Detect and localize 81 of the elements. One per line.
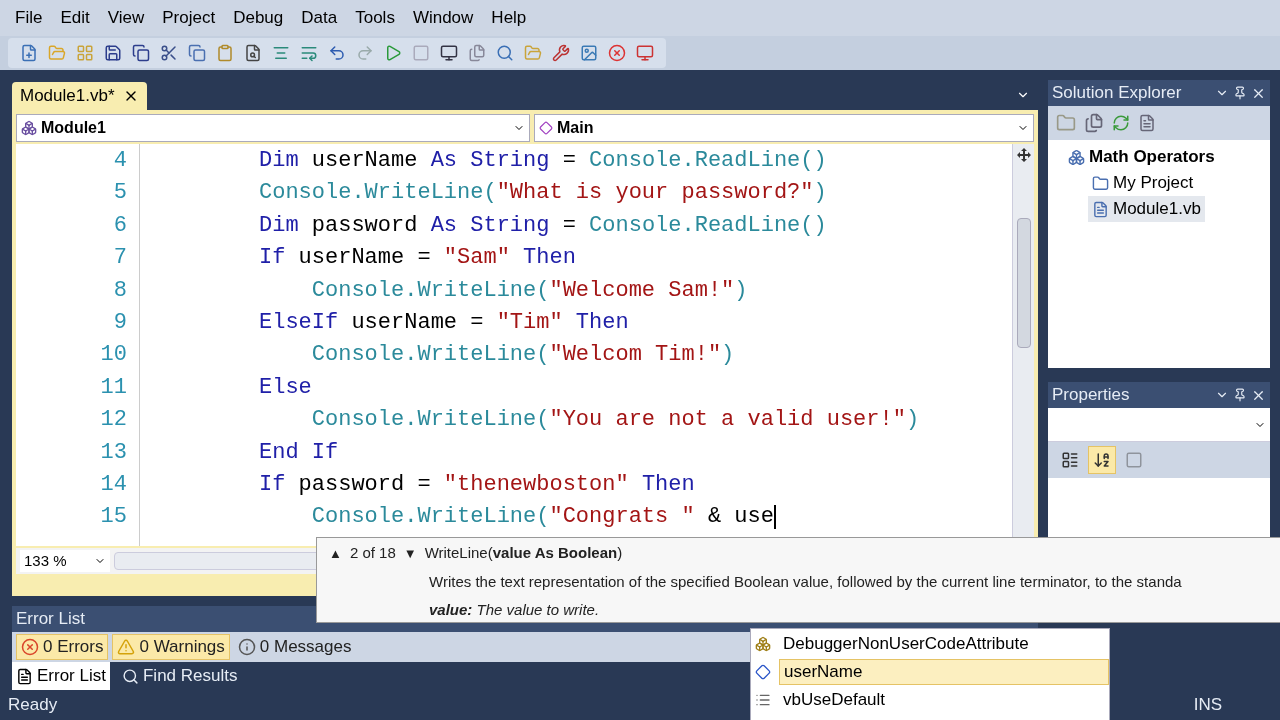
project-icon bbox=[1068, 148, 1085, 166]
code-line: If userName = "Sam" Then bbox=[259, 244, 576, 273]
line-number: 11 bbox=[100, 373, 127, 402]
view-code-icon[interactable] bbox=[1138, 114, 1156, 132]
code-line: Console.WriteLine("You are not a valid user!") bbox=[310, 406, 920, 435]
folder-icon[interactable] bbox=[1056, 113, 1076, 133]
splitter-icon[interactable] bbox=[1016, 148, 1031, 162]
method-signature: WriteLine(value As Boolean) bbox=[424, 543, 623, 563]
panel-tab[interactable]: Find Results bbox=[117, 662, 242, 690]
line-number: 7 bbox=[113, 244, 127, 273]
line-number: 10 bbox=[100, 341, 127, 370]
menu-item[interactable]: Edit bbox=[53, 5, 97, 31]
panel-title: Error List bbox=[16, 608, 85, 631]
filter-button[interactable]: 0 Errors bbox=[16, 634, 109, 660]
field-icon bbox=[755, 664, 771, 680]
document-tab[interactable]: Module1.vb* bbox=[12, 82, 147, 110]
line-number: 14 bbox=[100, 471, 127, 500]
code-line: Console.WriteLine("Congrats " & use bbox=[310, 503, 774, 532]
warning-icon bbox=[117, 638, 136, 656]
line-number: 13 bbox=[100, 438, 127, 467]
code-line: Console.WriteLine("Welcom Tim!") bbox=[310, 341, 735, 370]
insert-mode: INS bbox=[1193, 694, 1222, 717]
line-number: 15 bbox=[100, 503, 127, 532]
method-description: Writes the text representation of the specified Boolean value, followed by the current line terminator, to the standa bbox=[429, 571, 1182, 592]
line-number: 8 bbox=[113, 276, 127, 305]
line-number: 4 bbox=[113, 147, 127, 175]
completion-item[interactable]: DebuggerNonUserCodeAttribute bbox=[779, 631, 1109, 657]
file-icon bbox=[1092, 200, 1109, 218]
refresh-icon[interactable] bbox=[1112, 114, 1130, 132]
status-text: Ready bbox=[8, 694, 58, 717]
member-combo[interactable]: Main bbox=[534, 114, 1034, 142]
completion-item[interactable]: vbUseDefault bbox=[779, 687, 1109, 713]
tree-item[interactable]: My Project bbox=[1088, 170, 1198, 196]
previous-overload-button[interactable]: ▲ bbox=[329, 543, 342, 563]
filter-button[interactable]: 0 Warnings bbox=[112, 634, 230, 660]
line-number: 12 bbox=[100, 406, 127, 435]
code-line: If password = "thenewboston" Then bbox=[259, 470, 695, 499]
overload-counter: 2 of 18 bbox=[349, 543, 396, 563]
tree-item[interactable]: Module1.vb bbox=[1088, 196, 1205, 222]
enum-icon bbox=[755, 692, 771, 708]
method-icon bbox=[539, 121, 553, 135]
zoom-combo[interactable]: 133 % bbox=[20, 549, 110, 573]
line-number: 5 bbox=[113, 179, 127, 208]
line-number: 9 bbox=[113, 309, 127, 338]
pin-icon[interactable] bbox=[1233, 86, 1247, 100]
menu-item[interactable]: Help bbox=[484, 5, 534, 31]
error-icon bbox=[21, 638, 39, 656]
pin-icon[interactable] bbox=[1233, 388, 1247, 402]
panel-title: Solution Explorer bbox=[1052, 82, 1182, 105]
panel-tab[interactable]: Error List bbox=[12, 662, 110, 690]
show-all-files-icon[interactable] bbox=[1084, 113, 1104, 133]
code-line: Console.WriteLine("Welcome Sam!") bbox=[310, 276, 748, 305]
error-list-icon bbox=[16, 667, 33, 685]
menu-item[interactable]: Window bbox=[405, 5, 481, 31]
menu-item[interactable]: View bbox=[100, 5, 152, 31]
next-overload-button[interactable]: ▼ bbox=[403, 543, 417, 563]
tree-item[interactable]: Math Operators bbox=[1064, 144, 1219, 170]
menu-item[interactable]: Data bbox=[294, 5, 345, 31]
menu-item[interactable]: Tools bbox=[348, 5, 402, 31]
code-line: End If bbox=[259, 438, 339, 467]
code-line: Console.WriteLine("What is your password?") bbox=[259, 179, 827, 208]
parameter-description: value: The value to write. bbox=[429, 600, 600, 620]
menu-item[interactable]: File bbox=[8, 5, 50, 31]
menu-item[interactable]: Project bbox=[155, 5, 223, 31]
type-combo[interactable]: Module1 bbox=[16, 114, 530, 142]
code-line: Else bbox=[259, 373, 312, 402]
panel-title: Properties bbox=[1052, 384, 1130, 407]
code-line: ElseIf userName = "Tim" Then bbox=[259, 308, 629, 337]
sort-alphabetical-icon[interactable] bbox=[1088, 446, 1116, 474]
code-line: Dim userName As String = Console.ReadLine() bbox=[259, 147, 827, 175]
completion-item[interactable]: userName bbox=[779, 659, 1109, 685]
line-number: 6 bbox=[113, 211, 127, 240]
attribute-icon bbox=[755, 636, 771, 652]
code-line: Dim password As String = Console.ReadLine() bbox=[259, 211, 827, 240]
folder-icon bbox=[1092, 174, 1109, 192]
module-icon bbox=[21, 120, 37, 136]
filter-button[interactable]: 0 Messages bbox=[233, 634, 356, 660]
menu-item[interactable]: Debug bbox=[226, 5, 291, 31]
scroll-thumb[interactable] bbox=[1016, 218, 1031, 348]
info-icon bbox=[237, 638, 256, 656]
find-results-icon bbox=[121, 667, 139, 685]
